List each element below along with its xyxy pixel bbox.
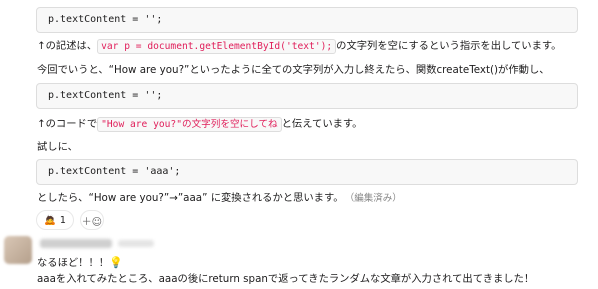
text-segment: ↑の記述は、 bbox=[37, 40, 98, 52]
reaction-count: 1 bbox=[59, 214, 66, 226]
inline-code-empty-string: "How are you?"の文字列を空にしてね bbox=[97, 117, 282, 132]
add-reaction-button[interactable]: ＋☺ bbox=[79, 210, 104, 230]
add-reaction-icon: ＋☺ bbox=[81, 216, 103, 228]
edited-label: （編集済み） bbox=[349, 193, 402, 204]
avatar[interactable] bbox=[4, 236, 32, 264]
reaction-bow[interactable]: 🙇 1 bbox=[36, 210, 74, 230]
bowing-person-icon: 🙇 bbox=[44, 214, 56, 226]
lightbulb-icon: 💡 bbox=[109, 256, 123, 269]
code-block-2: p.textContent = ''; bbox=[36, 83, 578, 109]
message-line-3: ↑のコードで "How are you?"の文字列を空にしてね と伝えています。 bbox=[37, 116, 362, 133]
username[interactable] bbox=[40, 239, 112, 248]
timestamp[interactable] bbox=[118, 240, 154, 247]
code-block-1: p.textContent = ''; bbox=[36, 7, 578, 33]
text-segment: と伝えています。 bbox=[281, 118, 363, 130]
message-line-2: 今回でいうと、“How are you?”といったように全ての文字列が入力し終え… bbox=[37, 64, 550, 76]
text-segment: の文字列を空にするという指示を出しています。 bbox=[336, 40, 562, 52]
reactions-bar: 🙇 1 ＋☺ bbox=[36, 210, 104, 230]
reply-line-1: なるほど！！！💡 bbox=[37, 255, 123, 271]
code-block-3: p.textContent = 'aaa'; bbox=[36, 159, 578, 185]
message-line-4: 試しに、 bbox=[37, 141, 78, 153]
text-segment: としたら、“How are you?”→”aaa” に変換されるかと思います。 bbox=[37, 192, 344, 204]
message-line-5: としたら、“How are you?”→”aaa” に変換されるかと思います。 （… bbox=[37, 190, 402, 207]
reply-line-2: aaaを入れてみたところ、aaaの後にreturn spanで返ってきたランダム… bbox=[37, 273, 535, 285]
text-segment: なるほど！！！ bbox=[37, 257, 110, 269]
message-line-1: ↑の記述は、 var p = document.getElementById('t… bbox=[37, 38, 561, 55]
inline-code-getelement: var p = document.getElementById('text'); bbox=[97, 39, 337, 54]
text-segment: ↑のコードで bbox=[37, 118, 98, 130]
